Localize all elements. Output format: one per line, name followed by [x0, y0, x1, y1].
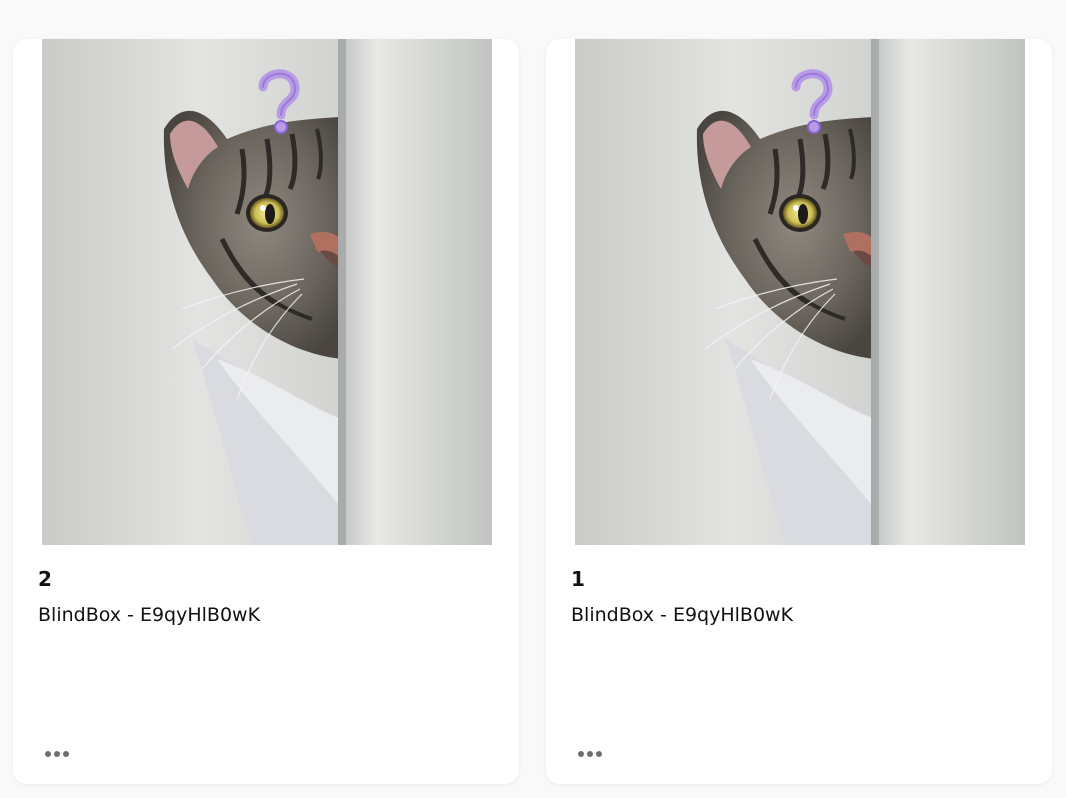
nft-title: 2: [38, 567, 52, 591]
nft-card[interactable]: 1 BlindBox - E9qyHlB0wK: [546, 39, 1052, 784]
nft-card-grid: 2 BlindBox - E9qyHlB0wK 1 BlindBox - E9q…: [13, 39, 1052, 784]
more-horizontal-icon: [63, 751, 69, 757]
more-options-button[interactable]: [39, 742, 75, 766]
more-horizontal-icon: [587, 751, 593, 757]
cat-peeking-image: [42, 39, 492, 545]
nft-image[interactable]: [42, 39, 492, 545]
more-horizontal-icon: [45, 751, 51, 757]
nft-collection-name: BlindBox - E9qyHlB0wK: [571, 604, 794, 626]
more-horizontal-icon: [596, 751, 602, 757]
more-horizontal-icon: [54, 751, 60, 757]
nft-card[interactable]: 2 BlindBox - E9qyHlB0wK: [13, 39, 519, 784]
nft-collection-name: BlindBox - E9qyHlB0wK: [38, 604, 261, 626]
more-horizontal-icon: [578, 751, 584, 757]
nft-title: 1: [571, 567, 585, 591]
nft-image[interactable]: [575, 39, 1025, 545]
more-options-button[interactable]: [572, 742, 608, 766]
cat-peeking-image: [575, 39, 1025, 545]
